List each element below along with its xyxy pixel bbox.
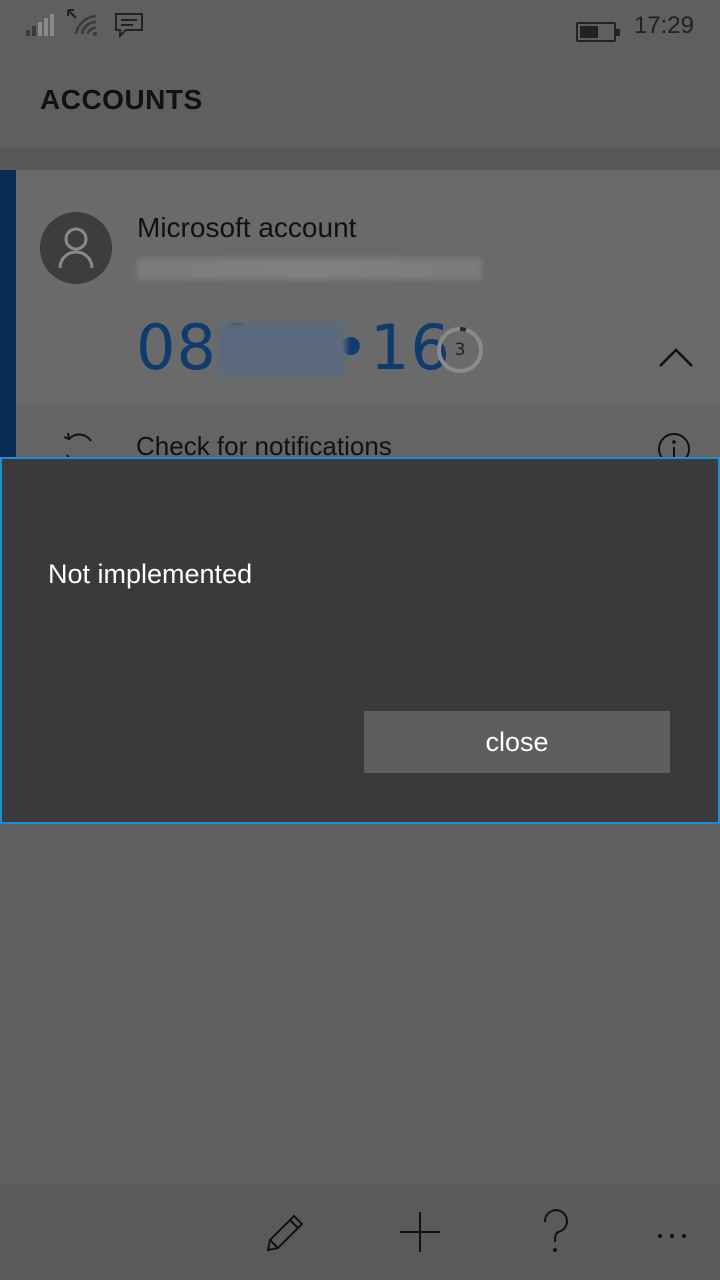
message-dialog: Not implemented close bbox=[0, 457, 720, 824]
edit-icon[interactable] bbox=[260, 1208, 308, 1256]
status-bar: 17:29 bbox=[0, 0, 720, 52]
app-bar bbox=[0, 1184, 720, 1280]
clock: 17:29 bbox=[633, 12, 694, 39]
verification-code[interactable]: 080•••16 bbox=[136, 308, 451, 388]
message-icon bbox=[115, 13, 143, 38]
check-notifications-row[interactable]: Check for notifications bbox=[16, 405, 720, 465]
account-email: •••••••••@••••••• bbox=[137, 258, 482, 280]
battery-icon bbox=[576, 22, 620, 42]
account-name: Microsoft account bbox=[137, 212, 357, 243]
code-redaction bbox=[218, 322, 346, 376]
page-title: ACCOUNTS bbox=[40, 84, 203, 115]
help-icon[interactable] bbox=[532, 1208, 580, 1256]
timer-ring-icon: 3 bbox=[436, 326, 484, 374]
more-icon[interactable] bbox=[648, 1208, 696, 1256]
dialog-message: Not implemented bbox=[48, 559, 253, 589]
avatar-icon bbox=[40, 212, 112, 284]
timer-seconds: 3 bbox=[454, 340, 466, 360]
add-icon[interactable] bbox=[396, 1208, 444, 1256]
wifi-icon bbox=[67, 9, 97, 36]
signal-icon bbox=[26, 14, 56, 36]
close-button[interactable]: close bbox=[364, 711, 670, 773]
header-divider bbox=[0, 148, 720, 170]
selection-accent bbox=[0, 170, 16, 460]
chevron-up-icon[interactable] bbox=[658, 346, 694, 370]
